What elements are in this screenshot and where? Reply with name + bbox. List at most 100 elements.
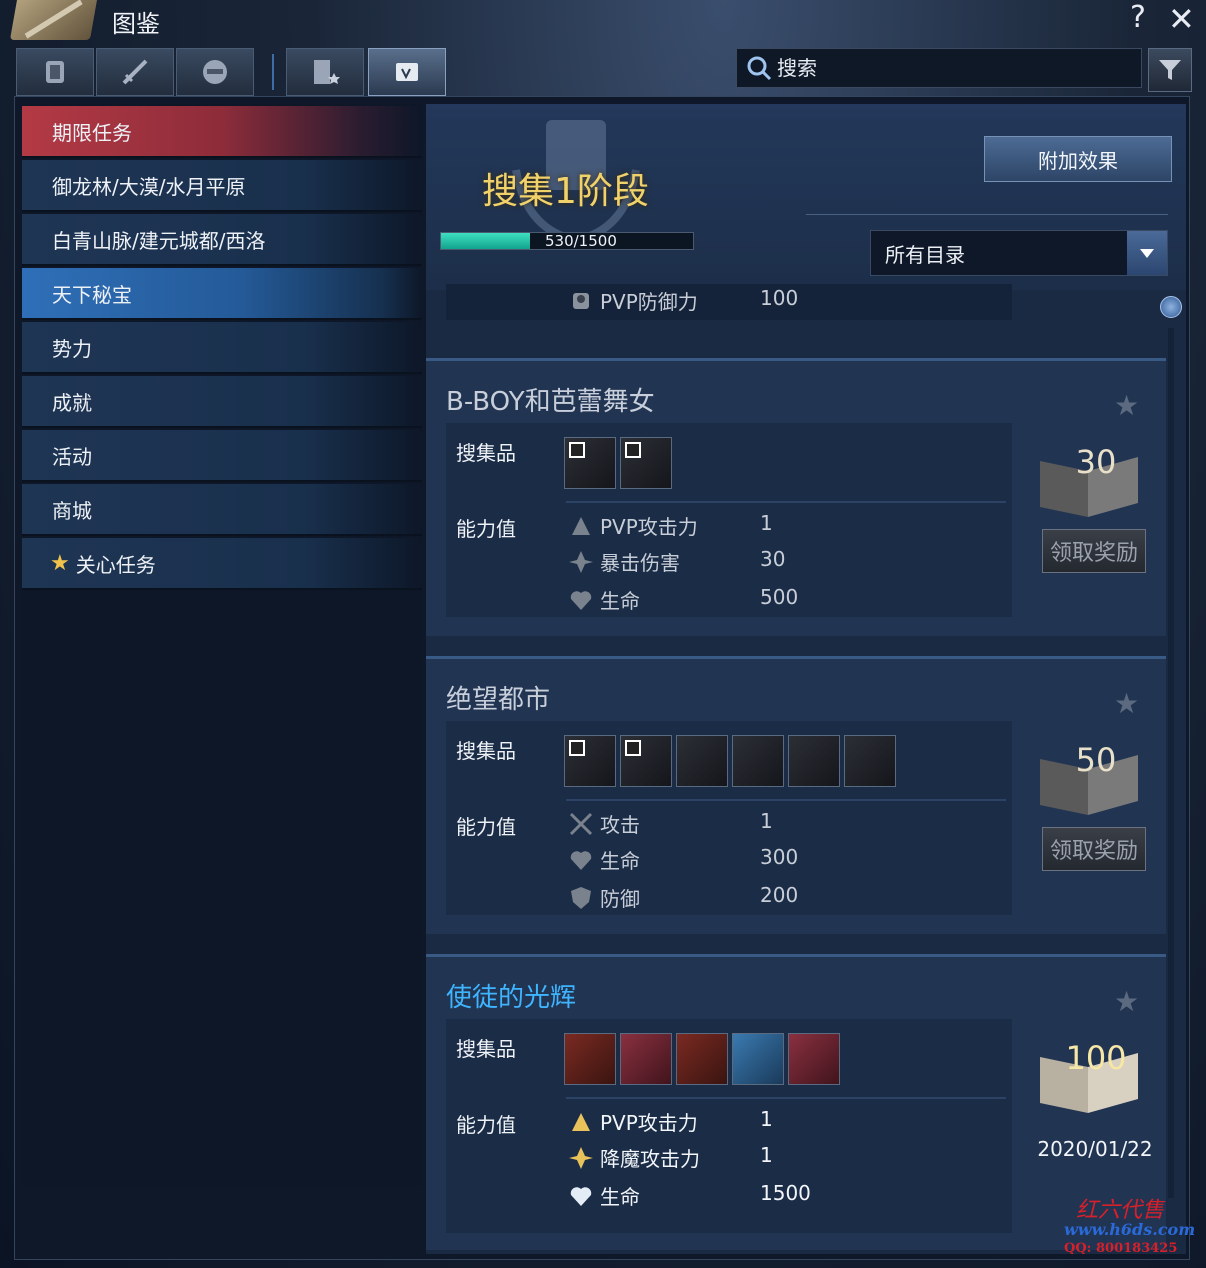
- tab-separator: [272, 54, 274, 90]
- armor-icon: [46, 61, 64, 83]
- item-slot[interactable]: [732, 1033, 784, 1085]
- sidebar-item-label: 活动: [52, 444, 92, 469]
- card-title: B-BOY和芭蕾舞女: [446, 387, 655, 417]
- card-divider: [566, 1097, 1006, 1099]
- items-label: 搜集品: [456, 739, 516, 763]
- progress-text: 530/1500: [545, 232, 617, 250]
- heart-icon: [570, 591, 592, 610]
- item-slot[interactable]: [620, 735, 672, 787]
- favorite-star-icon[interactable]: ★: [1114, 985, 1139, 1018]
- star-icon: ★: [50, 550, 70, 576]
- item-slot[interactable]: [788, 735, 840, 787]
- collection-card: B-BOY和芭蕾舞女 ★ 搜集品 能力值 PVP攻击力 1 暴击伤害 30 生命…: [426, 358, 1166, 636]
- tab-cards[interactable]: [286, 48, 364, 96]
- stat-value: 1500: [760, 1181, 811, 1205]
- card-divider: [566, 501, 1006, 503]
- item-slot[interactable]: [564, 735, 616, 787]
- collection-card: 使徒的光辉 ★ 搜集品 能力值 PVP攻击力 1 降魔攻击力 1 生命 1500…: [426, 954, 1166, 1250]
- scrollbar-track[interactable]: [1168, 328, 1174, 1198]
- favorite-star-icon[interactable]: ★: [1114, 687, 1139, 720]
- stat-name: 攻击: [600, 813, 640, 837]
- reward-points: 50: [1075, 741, 1117, 779]
- tab-collection[interactable]: [368, 48, 446, 96]
- sidebar-item-favorites[interactable]: ★ 关心任务: [22, 538, 422, 590]
- category-select-value: 所有目录: [885, 242, 965, 267]
- item-slot[interactable]: [844, 735, 896, 787]
- collection-panel: 搜集1阶段 530/1500 附加效果 所有目录 PVP防御力 100 B-BO…: [426, 104, 1186, 1254]
- heart-icon: [570, 1187, 592, 1206]
- stat-name: 防御: [600, 887, 640, 911]
- category-select[interactable]: 所有目录: [870, 230, 1168, 276]
- card-divider: [566, 799, 1006, 801]
- filter-button[interactable]: [1148, 48, 1192, 92]
- search-input[interactable]: [777, 56, 1117, 80]
- collection-progress-bar: 530/1500: [440, 232, 694, 250]
- item-slot[interactable]: [676, 735, 728, 787]
- scroll-icon: [396, 63, 418, 81]
- owned-mark-icon: [625, 740, 641, 756]
- partial-stat-row: PVP防御力 100: [446, 284, 1012, 320]
- tab-weapon[interactable]: [96, 48, 174, 96]
- item-slot[interactable]: [732, 735, 784, 787]
- stat-value: 200: [760, 883, 799, 907]
- sidebar-item-label: 白青山脉/建元城都/西洛: [52, 228, 266, 253]
- collection-card: 绝望都市 ★ 搜集品 能力值 攻击 1 生命 300 防御 200 50 领取奖…: [426, 656, 1166, 934]
- title-bar: 图鉴 ? ✕: [0, 0, 1206, 44]
- item-slot[interactable]: [564, 437, 616, 489]
- close-button[interactable]: ✕: [1168, 0, 1195, 38]
- pvp-attack-icon: [572, 1113, 590, 1131]
- sidebar-item-region-2[interactable]: 白青山脉/建元城都/西洛: [22, 214, 422, 266]
- items-label: 搜集品: [456, 441, 516, 465]
- sidebar-item-region-1[interactable]: 御龙林/大漠/水月平原: [22, 160, 422, 212]
- demon-attack-icon: [569, 1147, 593, 1169]
- stats-label: 能力值: [456, 1113, 516, 1137]
- card-details: [446, 423, 1012, 617]
- item-slot[interactable]: [676, 1033, 728, 1085]
- card-title: 使徒的光辉: [446, 983, 577, 1013]
- scroll-up-button[interactable]: [1160, 296, 1182, 318]
- chevron-down-icon: [1127, 231, 1167, 275]
- sidebar-item-achievement[interactable]: 成就: [22, 376, 422, 428]
- bonus-effect-button[interactable]: 附加效果: [984, 136, 1172, 182]
- stat-name: 生命: [600, 589, 640, 613]
- item-slot[interactable]: [620, 1033, 672, 1085]
- progress-fill: [441, 233, 530, 249]
- item-slot[interactable]: [564, 1033, 616, 1085]
- owned-mark-icon: [569, 740, 585, 756]
- stat-name: PVP攻击力: [600, 515, 698, 539]
- sidebar-item-label: 期限任务: [52, 120, 132, 145]
- stats-label: 能力值: [456, 517, 516, 541]
- stat-value: 1: [760, 809, 773, 833]
- stat-value: 500: [760, 585, 799, 609]
- stat-name: PVP防御力: [600, 290, 698, 314]
- sidebar-item-event[interactable]: 活动: [22, 430, 422, 482]
- helmet-icon: [203, 60, 227, 84]
- sidebar-item-label: 关心任务: [75, 552, 156, 577]
- tab-armor[interactable]: [16, 48, 94, 96]
- sidebar-item-label: 成就: [52, 390, 92, 415]
- sidebar-item-shop[interactable]: 商城: [22, 484, 422, 536]
- claim-reward-button[interactable]: 领取奖励: [1042, 529, 1146, 573]
- tab-accessory[interactable]: [176, 48, 254, 96]
- owned-mark-icon: [625, 442, 641, 458]
- stat-value: 100: [760, 286, 799, 310]
- items-row: [564, 1033, 840, 1085]
- stats-label: 能力值: [456, 815, 516, 839]
- sidebar-item-treasure[interactable]: 天下秘宝: [22, 268, 422, 320]
- stat-value: 300: [760, 845, 799, 869]
- items-row: [564, 437, 672, 489]
- claim-reward-button[interactable]: 领取奖励: [1042, 827, 1146, 871]
- watermark-line: QQ: 800183425: [1064, 1241, 1178, 1256]
- collection-book-icon: [9, 0, 99, 40]
- completion-date: 2020/01/22: [1037, 1137, 1153, 1161]
- sidebar-item-faction[interactable]: 势力: [22, 322, 422, 374]
- stat-value: 30: [760, 547, 786, 571]
- sidebar-item-label: 御龙林/大漠/水月平原: [52, 174, 246, 199]
- help-button[interactable]: ?: [1130, 0, 1146, 35]
- sidebar-item-limited-quest[interactable]: 期限任务: [22, 106, 422, 158]
- stat-name: 降魔攻击力: [600, 1147, 700, 1171]
- favorite-star-icon[interactable]: ★: [1114, 389, 1139, 422]
- item-slot[interactable]: [620, 437, 672, 489]
- item-slot[interactable]: [788, 1033, 840, 1085]
- sidebar: 期限任务 御龙林/大漠/水月平原 白青山脉/建元城都/西洛 天下秘宝 势力 成就…: [22, 104, 422, 1186]
